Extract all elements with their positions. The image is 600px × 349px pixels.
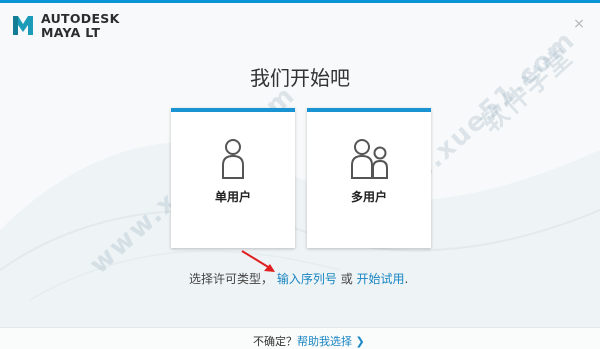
license-window: www.xue51.com www.xue51.com 软件学堂 AUTODES… bbox=[0, 0, 600, 349]
not-sure-text: 不确定？ bbox=[253, 335, 297, 348]
multi-user-card[interactable]: 多用户 bbox=[307, 108, 431, 248]
maya-logo-icon bbox=[13, 16, 33, 35]
background-wave bbox=[0, 142, 600, 349]
product-name: MAYA LT bbox=[41, 25, 101, 40]
brand-name: AUTODESK bbox=[41, 11, 120, 26]
multi-user-label: 多用户 bbox=[350, 190, 387, 204]
period: . bbox=[404, 272, 409, 286]
or-text: 或 bbox=[340, 272, 353, 286]
chevron-right-icon[interactable]: ❯ bbox=[356, 335, 365, 348]
footer-bar: 不确定？帮助我选择 ❯ bbox=[0, 327, 600, 349]
single-user-label: 单用户 bbox=[214, 190, 251, 204]
start-trial-link[interactable]: 开始试用 bbox=[357, 272, 405, 286]
multi-user-icon bbox=[351, 139, 388, 179]
footer-help: 不确定？帮助我选择 ❯ bbox=[253, 333, 365, 349]
close-button[interactable]: × bbox=[572, 17, 586, 31]
single-user-icon bbox=[222, 139, 244, 179]
single-user-card[interactable]: 单用户 bbox=[171, 108, 295, 248]
help-me-choose-link[interactable]: 帮助我选择 bbox=[297, 335, 352, 348]
page-title: 我们开始吧 bbox=[250, 66, 350, 90]
card-accent-bar bbox=[171, 108, 295, 112]
license-prompt: 选择许可类型， bbox=[189, 272, 274, 286]
enter-serial-link[interactable]: 输入序列号 bbox=[277, 272, 337, 286]
card-accent-bar bbox=[307, 108, 431, 112]
license-prompt-line: 选择许可类型， 输入序列号 或 开始试用. bbox=[189, 270, 408, 287]
